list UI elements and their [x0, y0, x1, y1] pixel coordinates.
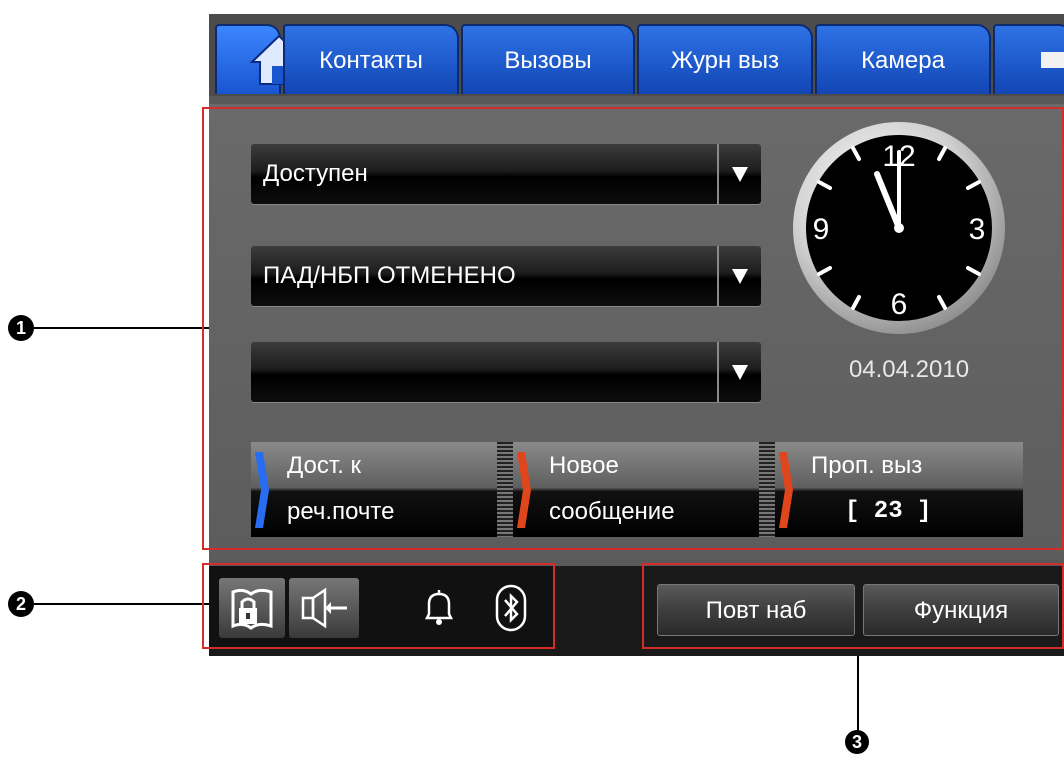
callout-3: 3 — [845, 730, 869, 754]
arrow-right-icon — [1041, 52, 1064, 68]
callout-1-line — [34, 327, 209, 329]
tab-calls-label: Вызовы — [504, 47, 592, 74]
tab-calls[interactable]: Вызовы — [461, 24, 635, 94]
tab-camera[interactable]: Камера — [815, 24, 991, 94]
callout-1: 1 — [8, 315, 34, 341]
tab-call-log-label: Журн выз — [671, 47, 779, 74]
tab-home[interactable] — [215, 24, 309, 94]
tab-camera-label: Камера — [861, 47, 945, 74]
highlight-frame-3 — [642, 563, 1064, 649]
tab-next[interactable] — [993, 24, 1064, 94]
tab-bar: Контакты Вызовы Журн выз Камера — [209, 14, 1064, 96]
tab-call-log[interactable]: Журн выз — [637, 24, 813, 94]
tab-contacts[interactable]: Контакты — [283, 24, 459, 94]
callout-2-line — [34, 603, 209, 605]
highlight-frame-2 — [202, 563, 555, 649]
callout-3-line — [857, 648, 859, 732]
highlight-frame-1 — [202, 107, 1064, 550]
callout-2: 2 — [8, 591, 34, 617]
tab-contacts-label: Контакты — [319, 47, 423, 74]
